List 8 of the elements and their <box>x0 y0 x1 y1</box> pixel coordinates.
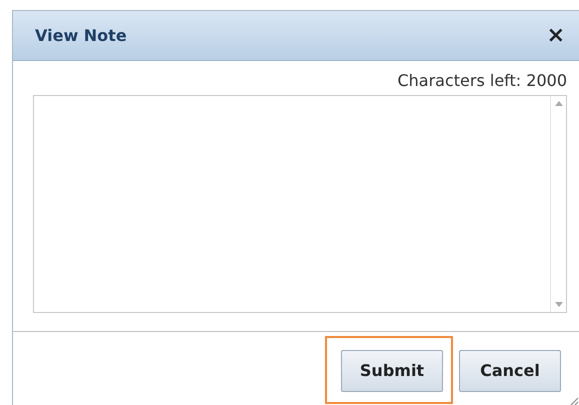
close-button[interactable]: × <box>542 24 569 46</box>
dialog-title: View Note <box>35 24 127 46</box>
cancel-button[interactable]: Cancel <box>459 350 561 392</box>
scroll-up-icon[interactable] <box>554 100 562 106</box>
submit-button[interactable]: Submit <box>341 350 443 392</box>
scroll-down-icon[interactable] <box>554 302 562 308</box>
character-counter: Characters left: 2000 <box>397 71 567 90</box>
resize-grip-icon[interactable] <box>569 397 579 405</box>
